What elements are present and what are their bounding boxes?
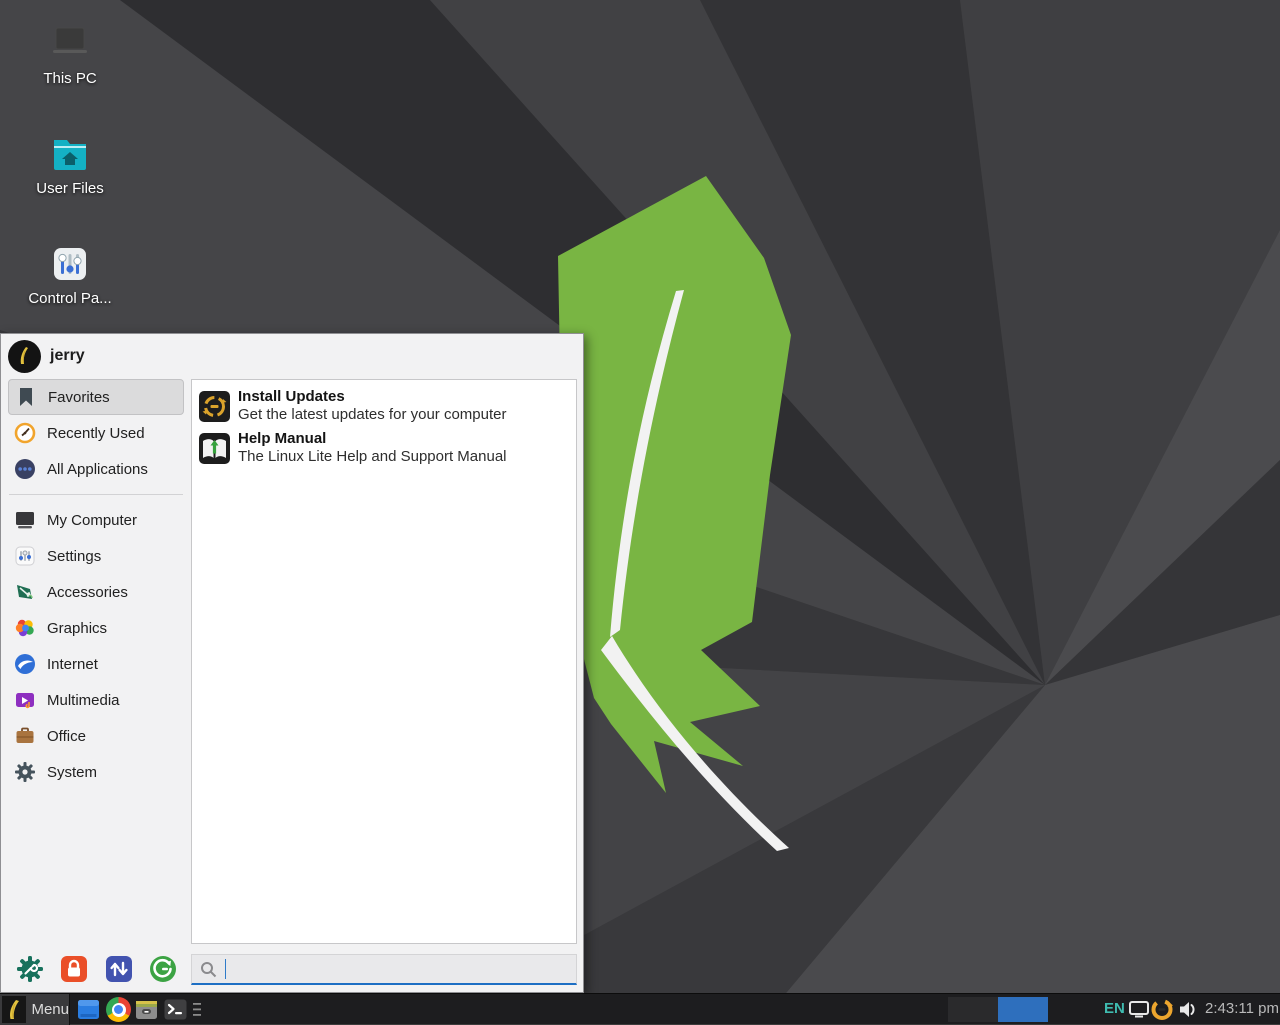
sidebar-item-graphics[interactable]: Graphics <box>8 610 184 646</box>
quit-button power-restart-icon[interactable] <box>149 955 177 983</box>
computer-icon <box>14 509 36 531</box>
graphics-icon <box>14 617 36 639</box>
sidebar-item-my-computer[interactable]: My Computer <box>8 502 184 538</box>
app-item-help-manual[interactable]: Help Manual The Linux Lite Help and Supp… <box>196 427 572 469</box>
search-icon <box>200 961 217 978</box>
update-arrows-icon[interactable] <box>1150 997 1174 1022</box>
menu-header: jerry <box>1 334 583 378</box>
taskbar-menu-button[interactable]: Menu <box>0 994 70 1025</box>
help-manual-icon <box>198 432 231 465</box>
lock-screen-button lock-icon[interactable] <box>60 955 88 983</box>
switch-user-button switch-arrows-icon[interactable] <box>105 955 133 983</box>
apps-grid-icon <box>14 458 36 480</box>
linuxlite-feather-icon <box>5 999 23 1021</box>
menu-button-label: Menu <box>31 1001 69 1018</box>
app-title: Install Updates <box>238 388 506 406</box>
desktop-icon-control-panel[interactable]: Control Pa... <box>15 242 125 307</box>
file-manager-icon[interactable] <box>76 997 101 1022</box>
sidebar-item-label: My Computer <box>47 512 137 529</box>
sidebar-item-multimedia[interactable]: Multimedia <box>8 682 184 718</box>
workspace-1-active[interactable] <box>998 997 1048 1022</box>
speaker-icon[interactable] <box>1177 997 1197 1022</box>
sidebar-item-system[interactable]: System <box>8 754 184 790</box>
desktop-icon-user-files[interactable]: User Files <box>15 132 125 197</box>
sidebar-item-label: Internet <box>47 656 98 673</box>
menu-sidebar: Favorites Recently Used All Applications <box>1 379 191 992</box>
sidebar-item-recently-used[interactable]: Recently Used <box>8 415 184 451</box>
internet-globe-icon <box>14 653 36 675</box>
sidebar-item-label: Office <box>47 728 86 745</box>
laptop-icon <box>48 22 92 66</box>
sidebar-separator <box>9 494 183 495</box>
sidebar-item-label: Graphics <box>47 620 107 637</box>
sidebar-item-favorites[interactable]: Favorites <box>8 379 184 415</box>
taskbar: Menu <box>0 993 1280 1024</box>
sidebar-item-accessories[interactable]: Accessories <box>8 574 184 610</box>
list-lines-icon[interactable] <box>190 997 204 1022</box>
gear-icon <box>14 761 36 783</box>
desktop: This PC User Files Control Pa... <box>0 0 1280 1024</box>
keyboard-layout-indicator[interactable]: EN <box>1104 1000 1125 1017</box>
desktop-icon-this-pc[interactable]: This PC <box>15 22 125 87</box>
monitor-icon[interactable] <box>1128 997 1150 1022</box>
menu-apps-pane: Install Updates Get the latest updates f… <box>191 379 577 944</box>
desktop-icon-label: User Files <box>15 180 125 197</box>
chrome-icon[interactable] <box>106 997 131 1022</box>
user-avatar[interactable] <box>8 340 41 373</box>
clock-icon <box>14 422 36 444</box>
feather-avatar-icon <box>14 345 36 367</box>
whisker-menu: jerry Favorites Recently Used <box>0 333 584 993</box>
install-updates-icon <box>198 390 231 423</box>
app-item-install-updates[interactable]: Install Updates Get the latest updates f… <box>196 385 572 427</box>
sidebar-item-label: Multimedia <box>47 692 120 709</box>
app-title: Help Manual <box>238 430 507 448</box>
sidebar-item-label: Accessories <box>47 584 128 601</box>
sidebar-item-office[interactable]: Office <box>8 718 184 754</box>
username: jerry <box>50 347 85 365</box>
sidebar-item-all-applications[interactable]: All Applications <box>8 451 184 487</box>
archive-box-icon[interactable] <box>134 997 159 1022</box>
accessories-icon <box>14 581 36 603</box>
text-caret <box>225 959 226 979</box>
sidebar-item-label: All Applications <box>47 461 148 478</box>
sidebar-item-label: Settings <box>47 548 101 565</box>
sidebar-item-label: System <box>47 764 97 781</box>
clock[interactable]: 2:43:11 pm <box>1205 1000 1279 1017</box>
desktop-icon-label: Control Pa... <box>15 290 125 307</box>
app-subtitle: The Linux Lite Help and Support Manual <box>238 448 507 466</box>
desktop-icon-label: This PC <box>15 70 125 87</box>
search-bar[interactable] <box>191 954 577 985</box>
settings-sliders-icon <box>14 545 36 567</box>
app-subtitle: Get the latest updates for your computer <box>238 406 506 424</box>
home-folder-icon <box>48 132 92 176</box>
workspace-2[interactable] <box>948 997 998 1022</box>
bookmark-icon <box>15 386 37 408</box>
briefcase-icon <box>14 725 36 747</box>
sidebar-item-label: Favorites <box>48 389 110 406</box>
terminal-icon[interactable] <box>163 997 188 1022</box>
sidebar-item-settings[interactable]: Settings <box>8 538 184 574</box>
menu-actions <box>1 951 191 989</box>
multimedia-icon <box>14 689 36 711</box>
control-panel-sliders-icon <box>48 242 92 286</box>
settings-manager-button gear-wrench-icon[interactable] <box>16 955 44 983</box>
sidebar-item-internet[interactable]: Internet <box>8 646 184 682</box>
sidebar-item-label: Recently Used <box>47 425 145 442</box>
